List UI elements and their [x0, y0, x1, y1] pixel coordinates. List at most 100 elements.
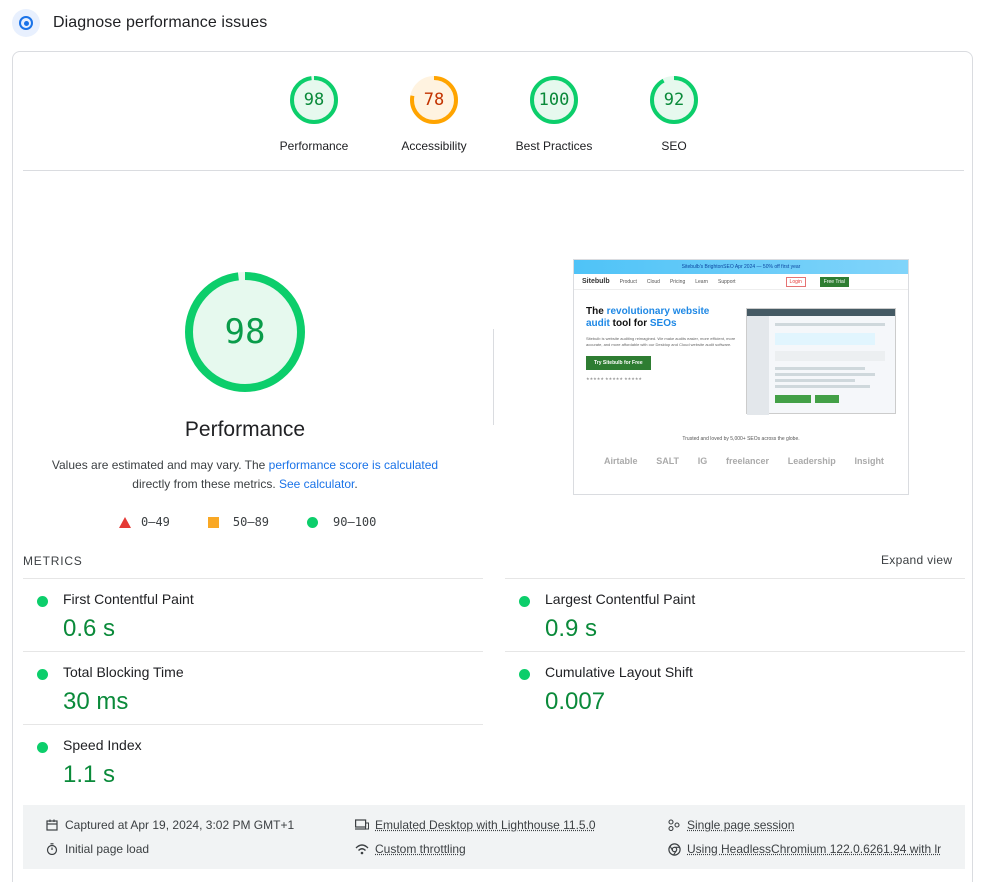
page-session[interactable]: Single page session [667, 818, 794, 832]
pass-circle-icon [37, 669, 48, 680]
score-description: Values are estimated and may vary. The p… [33, 456, 457, 494]
gauge-score: 98 [259, 74, 369, 126]
metrics-heading: METRICS [23, 554, 83, 568]
client-logo: IG [698, 456, 708, 466]
screenshot-trusted: Trusted and loved by 5,000+ SEOs across … [574, 436, 908, 442]
screenshot-nav-item: Learn [695, 279, 708, 285]
circle-icon [307, 517, 318, 528]
metric-value: 0.007 [545, 688, 605, 716]
pass-circle-icon [37, 596, 48, 607]
metric-value: 30 ms [63, 688, 128, 716]
emulated-text: Emulated Desktop with Lighthouse 11.5.0 [375, 818, 596, 832]
section-title: Diagnose performance issues [53, 14, 267, 32]
final-screenshot[interactable]: Sitebulb's BrightonSEO Apr 2024 — 50% of… [573, 259, 909, 495]
screenshot-logos: Airtable SALT IG freelancer Leadership I… [604, 456, 884, 466]
screenshot-nav-item: Cloud [647, 279, 660, 285]
pass-circle-icon [37, 742, 48, 753]
browser-text: Using HeadlessChromium 122.0.6261.94 wit… [687, 842, 941, 856]
metric-lcp: Largest Contentful Paint 0.9 s [505, 578, 965, 651]
see-calculator-link[interactable]: See calculator [279, 477, 354, 491]
gauge-seo[interactable]: 92 SEO [619, 74, 729, 153]
legend-average-label: 50–89 [233, 515, 269, 529]
metric-fcp: First Contentful Paint 0.6 s [23, 578, 483, 651]
legend-pass: 90–100 [307, 515, 376, 529]
timer-icon [45, 842, 59, 856]
screenshot-login: Login [786, 277, 806, 287]
gauge-label: Performance [259, 139, 369, 153]
emulated-device[interactable]: Emulated Desktop with Lighthouse 11.5.0 [355, 818, 596, 832]
initial-text: Initial page load [65, 842, 149, 856]
captured-at: Captured at Apr 19, 2024, 3:02 PM GMT+1 [45, 818, 294, 832]
screenshot-free-trial: Free Trial [820, 277, 849, 287]
metric-name: Largest Contentful Paint [545, 591, 695, 607]
session-dots-icon [667, 818, 681, 832]
legend-average: 50–89 [208, 515, 269, 529]
gauge-score: 92 [619, 74, 729, 126]
metric-value: 0.6 s [63, 615, 115, 643]
throttling-text: Custom throttling [375, 842, 466, 856]
wifi-icon [355, 842, 369, 856]
pass-circle-icon [519, 669, 530, 680]
performance-title: Performance [113, 418, 377, 442]
screenshot-nav-item: Product [620, 279, 637, 285]
screenshot-banner: Sitebulb's BrightonSEO Apr 2024 — 50% of… [574, 260, 908, 274]
legend-fail: 0–49 [119, 515, 170, 529]
vertical-divider [493, 329, 494, 425]
gauge-performance[interactable]: 98 Performance [259, 74, 369, 153]
section-header: Diagnose performance issues [12, 8, 267, 38]
desc-text: directly from these metrics. [132, 477, 279, 491]
client-logo: freelancer [726, 456, 769, 466]
desc-text: Values are estimated and may vary. The [52, 458, 269, 472]
performance-score-gauge: 98 [183, 270, 307, 394]
browser-info[interactable]: Using HeadlessChromium 122.0.6261.94 wit… [667, 842, 941, 856]
desktop-device-icon [355, 818, 369, 832]
score-calculation-link[interactable]: performance score is calculated [269, 458, 438, 472]
gauge-label: Accessibility [379, 139, 489, 153]
calendar-icon [45, 818, 59, 832]
screenshot-nav: Sitebulb Product Cloud Pricing Learn Sup… [574, 274, 908, 290]
metric-name: Cumulative Layout Shift [545, 664, 693, 680]
client-logo: Airtable [604, 456, 638, 466]
performance-score: 98 [183, 270, 307, 394]
headline-part: tool for [610, 318, 650, 329]
client-logo: Insight [854, 456, 884, 466]
headline-part: SEOs [650, 318, 677, 329]
gauge-label: Best Practices [499, 139, 609, 153]
report-card: 98 Performance 78 Accessibility 100 Best Pr… [12, 51, 973, 882]
square-icon [208, 517, 219, 528]
gauge-score: 100 [499, 74, 609, 126]
legend-pass-label: 90–100 [333, 515, 376, 529]
legend-fail-label: 0–49 [141, 515, 170, 529]
metric-name: Total Blocking Time [63, 664, 184, 680]
gauge-accessibility[interactable]: 78 Accessibility [379, 74, 489, 153]
throttling[interactable]: Custom throttling [355, 842, 466, 856]
screenshot-headline: The revolutionary website audit tool for… [586, 306, 736, 330]
pass-circle-icon [519, 596, 530, 607]
initial-page-load: Initial page load [45, 842, 149, 856]
headline-part: The [586, 306, 607, 317]
speed-target-icon [12, 9, 40, 37]
captured-text: Captured at Apr 19, 2024, 3:02 PM GMT+1 [65, 818, 294, 832]
gauge-best-practices[interactable]: 100 Best Practices [499, 74, 609, 153]
chrome-icon [667, 842, 681, 856]
metric-cls: Cumulative Layout Shift 0.007 [505, 651, 965, 724]
screenshot-cta: Try Sitebulb for Free [586, 356, 651, 370]
metric-name: First Contentful Paint [63, 591, 194, 607]
metric-tbt: Total Blocking Time 30 ms [23, 651, 483, 724]
screenshot-app-preview [746, 308, 896, 414]
expand-view-toggle[interactable]: Expand view [881, 553, 952, 567]
metric-value: 0.9 s [545, 615, 597, 643]
metric-si: Speed Index 1.1 s [23, 724, 483, 797]
category-gauges: 98 Performance 78 Accessibility 100 Best Pr… [13, 74, 974, 154]
triangle-icon [119, 517, 131, 528]
screenshot-nav-item: Pricing [670, 279, 685, 285]
gauge-score: 78 [379, 74, 489, 126]
metric-value: 1.1 s [63, 761, 115, 789]
client-logo: SALT [656, 456, 679, 466]
screenshot-ratings: ★★★★★ ★★★★★ ★★★★★ [586, 376, 736, 381]
screenshot-body: Sitebulb is website auditing reimagined.… [586, 336, 736, 348]
metric-name: Speed Index [63, 737, 142, 753]
session-text: Single page session [687, 818, 794, 832]
screenshot-logo: Sitebulb [582, 278, 610, 285]
gauge-label: SEO [619, 139, 729, 153]
